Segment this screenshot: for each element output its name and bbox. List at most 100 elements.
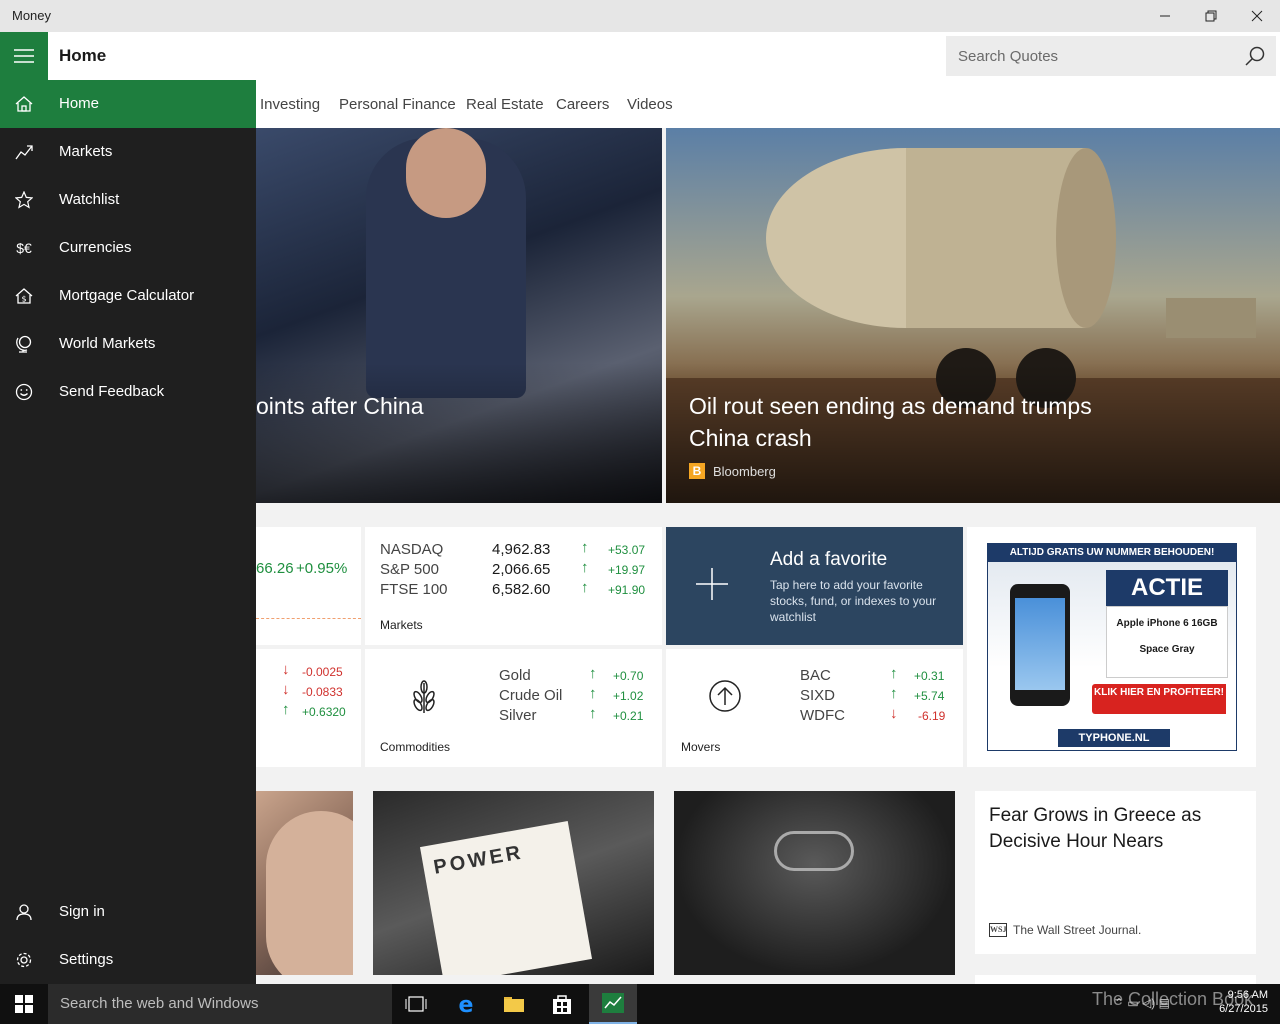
smiley-icon: [14, 382, 34, 402]
quote-tile-partial[interactable]: 66.26 +0.95%: [256, 527, 361, 645]
advertisement-tile[interactable]: ALTIJD GRATIS UW NUMMER BEHOUDEN! ACTIE …: [967, 527, 1256, 767]
search-quotes-box[interactable]: [946, 36, 1276, 76]
folder-icon: [504, 997, 524, 1012]
search-icon[interactable]: [1244, 45, 1266, 67]
currency-change: +0.6320: [302, 705, 346, 719]
nav-label: Currencies: [59, 239, 132, 256]
hero-story-1[interactable]: oints after China: [256, 128, 662, 503]
close-button[interactable]: [1234, 0, 1280, 32]
hero-image-face: [406, 128, 486, 218]
nav-item-settings[interactable]: Settings: [0, 936, 256, 984]
nav-item-markets[interactable]: Markets: [0, 128, 256, 176]
news-image-steering-wheel: [774, 831, 854, 871]
nav-item-sign-in[interactable]: Sign in: [0, 888, 256, 936]
start-button[interactable]: [0, 984, 48, 1024]
nav-item-currencies[interactable]: $€ Currencies: [0, 224, 256, 272]
tab-investing[interactable]: Investing: [260, 96, 320, 113]
money-app-icon: [602, 993, 624, 1013]
commodities-label: Commodities: [380, 740, 451, 754]
money-app-button[interactable]: [589, 984, 637, 1024]
market-change: +91.90: [608, 583, 646, 597]
markets-tile[interactable]: NASDAQ 4,962.83 ↑ +53.07 S&P 500 2,066.6…: [365, 527, 662, 645]
up-arrow-icon: ↑: [282, 701, 290, 718]
clock-date: 6/27/2015: [1219, 1003, 1268, 1015]
market-value: 4,962.83: [492, 541, 551, 558]
search-quotes-input[interactable]: [946, 36, 1236, 76]
taskbar-clock[interactable]: 9:56 AM 6/27/2015: [1210, 988, 1268, 1016]
ad-brand-logo: TYPHONE.NL: [1058, 729, 1170, 747]
nav-label: Markets: [59, 143, 113, 160]
quote-change: +0.95%: [296, 560, 348, 577]
down-arrow-icon: ↓: [890, 705, 898, 722]
markets-label: Markets: [380, 618, 423, 632]
store-icon: [553, 995, 571, 1014]
ad-cta-button[interactable]: KLIK HIER EN PROFITEER!: [1092, 684, 1226, 714]
commodity-change: +0.70: [613, 669, 644, 683]
currency-icon: $€: [16, 240, 32, 256]
mover-change: +5.74: [914, 689, 945, 703]
edge-button[interactable]: e: [442, 984, 490, 1024]
task-view-button[interactable]: [392, 984, 440, 1024]
tab-careers[interactable]: Careers: [556, 96, 609, 113]
up-arrow-icon: ↑: [589, 705, 597, 722]
commodity-name: Silver: [499, 707, 537, 724]
currencies-tile-partial[interactable]: ↓ -0.0025 ↓ -0.0833 ↑ +0.6320: [256, 649, 361, 767]
commodity-change: +1.02: [613, 689, 644, 703]
nav-item-home[interactable]: Home: [0, 80, 256, 128]
down-arrow-icon: ↓: [282, 661, 290, 678]
down-arrow-icon: ↓: [282, 681, 290, 698]
advertisement-banner[interactable]: ALTIJD GRATIS UW NUMMER BEHOUDEN! ACTIE …: [987, 543, 1237, 751]
hero-source: B Bloomberg: [689, 463, 776, 479]
nav-item-world-markets[interactable]: World Markets: [0, 320, 256, 368]
nav-item-send-feedback[interactable]: Send Feedback: [0, 368, 256, 416]
globe-icon: [14, 334, 34, 354]
gear-icon: [14, 950, 34, 970]
news-story-text[interactable]: Fear Grows in Greece as Decisive Hour Ne…: [975, 791, 1256, 954]
commodity-name: Gold: [499, 667, 531, 684]
news-tile-next[interactable]: [975, 975, 1256, 984]
currency-change: -0.0025: [302, 665, 343, 679]
mover-symbol: BAC: [800, 667, 831, 684]
tab-real-estate[interactable]: Real Estate: [466, 96, 544, 113]
commodities-tile[interactable]: Gold ↑ +0.70 Crude Oil ↑ +1.02 Silver ↑ …: [365, 649, 662, 767]
star-icon: [14, 190, 34, 210]
market-change: +19.97: [608, 563, 646, 577]
hero-source-name: Bloomberg: [713, 463, 776, 479]
page-title: Home: [59, 46, 107, 65]
movers-tile[interactable]: BAC ↑ +0.31 SIXD ↑ +5.74 WDFC ↓ -6.19 Mo…: [666, 649, 963, 767]
hero-headline: oints after China: [256, 393, 424, 419]
nav-label: Sign in: [59, 903, 105, 920]
ad-phone-image: [1010, 584, 1070, 706]
hamburger-button[interactable]: [0, 32, 48, 80]
up-arrow-icon: ↑: [581, 559, 589, 576]
file-explorer-button[interactable]: [490, 984, 538, 1024]
hero-story-2[interactable]: Oil rout seen ending as demand trumps Ch…: [666, 128, 1280, 503]
system-tray-icons[interactable]: ⌃ ▭ ◁) ▤: [1114, 996, 1170, 1010]
minimize-button[interactable]: [1142, 0, 1188, 32]
restore-button[interactable]: [1188, 0, 1234, 32]
news-story-image-1[interactable]: [256, 791, 353, 975]
market-value: 2,066.65: [492, 561, 551, 578]
nav-label: Watchlist: [59, 191, 120, 208]
news-image-face: [266, 811, 353, 975]
nav-item-mortgage-calculator[interactable]: $ Mortgage Calculator: [0, 272, 256, 320]
restore-icon: [1205, 10, 1217, 22]
tab-personal-finance[interactable]: Personal Finance: [339, 96, 456, 113]
nav-label: Settings: [59, 951, 114, 968]
add-favorite-tile[interactable]: Add a favorite Tap here to add your favo…: [666, 527, 963, 645]
tab-videos[interactable]: Videos: [627, 96, 673, 113]
taskbar-search-box[interactable]: Search the web and Windows: [48, 984, 392, 1024]
news-story-image-2[interactable]: POWER: [373, 791, 654, 975]
news-headline: Fear Grows in Greece as Decisive Hour Ne…: [989, 805, 1202, 852]
commodity-name: Crude Oil: [499, 687, 563, 704]
nav-label: Mortgage Calculator: [59, 287, 195, 304]
svg-text:$: $: [21, 295, 26, 304]
add-favorite-title: Add a favorite: [770, 549, 888, 570]
nav-item-watchlist[interactable]: Watchlist: [0, 176, 256, 224]
mover-change: -6.19: [918, 709, 946, 723]
store-button[interactable]: [538, 984, 586, 1024]
minimize-icon: [1160, 15, 1170, 17]
mover-change: +0.31: [914, 669, 945, 683]
up-arrow-icon: ↑: [890, 685, 898, 702]
news-story-image-3[interactable]: [674, 791, 955, 975]
